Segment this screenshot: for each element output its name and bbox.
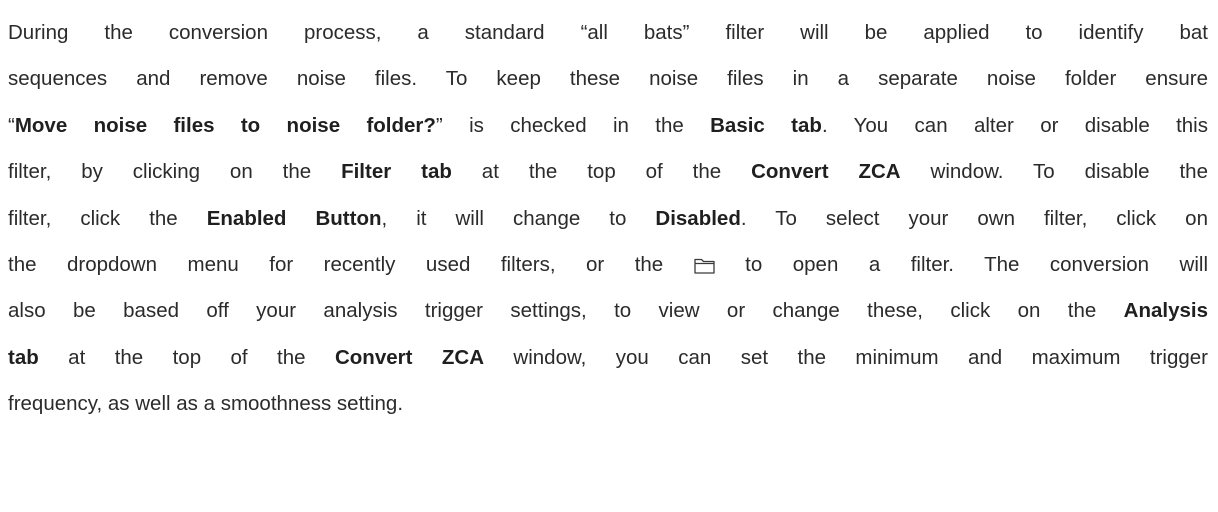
text-run: window, you can set the minimum and maxi… <box>484 345 1208 369</box>
bold-tab-name: Filter tab <box>341 160 452 184</box>
text-run: sequences and remove noise files. To kee… <box>8 67 1208 91</box>
body-paragraph: During the conversion process, a standar… <box>8 10 1210 428</box>
text-run: at the top of the <box>451 160 752 184</box>
text-run: During the conversion process, a standar… <box>8 21 1208 44</box>
text-line-9: frequency, as well as a smoothness setti… <box>8 381 1208 427</box>
text-run: frequency, as well as a smoothness setti… <box>8 392 404 416</box>
bold-window-name: Convert ZCA <box>334 345 484 369</box>
bold-tab-name: Analysis <box>1123 299 1208 323</box>
document-page: During the conversion process, a standar… <box>0 0 1218 512</box>
text-line-1: During the conversion process, a standar… <box>8 10 1208 56</box>
text-run: ” is checked in the <box>435 113 711 137</box>
bold-state-name: Disabled <box>655 206 741 230</box>
text-run: filter, by clicking on the <box>8 160 342 184</box>
text-run: window. To disable the <box>900 160 1208 184</box>
text-line-6: the dropdown menu for recently used filt… <box>8 242 1208 288</box>
text-line-7: also be based off your analysis trigger … <box>8 288 1208 334</box>
text-line-5: filter, click the Enabled Button, it wil… <box>8 196 1208 242</box>
text-run: “ <box>8 113 15 137</box>
text-line-4: filter, by clicking on the Filter tab at… <box>8 149 1208 195</box>
text-run: at the top of the <box>38 345 335 369</box>
text-run: . You can alter or disable this <box>821 113 1208 137</box>
text-run: also be based off your analysis trigger … <box>8 299 1124 323</box>
bold-tab-name: tab <box>8 345 39 369</box>
text-run: the dropdown menu for recently used filt… <box>8 253 694 277</box>
text-run: , it will change to <box>381 206 656 230</box>
text-line-8: tab at the top of the Convert ZCA window… <box>8 335 1208 381</box>
bold-button-name: Enabled Button <box>206 206 382 230</box>
text-run: filter, click the <box>8 206 207 230</box>
folder-icon <box>694 258 715 274</box>
text-line-2: sequences and remove noise files. To kee… <box>8 56 1208 102</box>
bold-tab-name: Basic tab <box>710 113 822 137</box>
text-run: . To select your own filter, click on <box>740 206 1208 230</box>
bold-window-name: Convert ZCA <box>751 160 901 184</box>
text-run: to open a filter. The conversion will <box>714 253 1208 277</box>
bold-option-label: Move noise files to noise folder? <box>14 113 436 137</box>
text-line-3: “Move noise files to noise folder?” is c… <box>8 103 1208 149</box>
